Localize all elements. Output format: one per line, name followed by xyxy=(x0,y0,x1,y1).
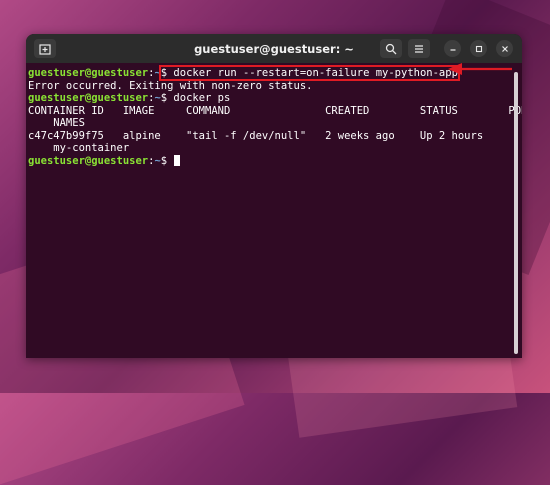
terminal-window[interactable]: guestuser@guestuser: ~ guestuser@guestus… xyxy=(26,34,522,358)
minimize-button[interactable] xyxy=(444,40,461,57)
table-row-wrap: my-container xyxy=(28,142,130,154)
new-tab-icon xyxy=(39,43,51,55)
search-icon xyxy=(385,43,397,54)
menu-button[interactable] xyxy=(408,39,430,58)
prompt-user: guestuser@guestuser xyxy=(28,92,149,104)
command-text: docker ps xyxy=(173,92,231,104)
hamburger-menu-icon xyxy=(415,44,423,53)
prompt-symbol: $ xyxy=(160,92,174,104)
table-header: CONTAINER ID IMAGE COMMAND CREATED STATU… xyxy=(28,104,522,117)
command-line[interactable]: guestuser@guestuser:~$ xyxy=(28,154,520,168)
prompt-user: guestuser@guestuser xyxy=(28,154,149,167)
minimize-icon xyxy=(450,48,455,51)
command-line: guestuser@guestuser:~$ docker ps xyxy=(28,92,520,105)
maximize-button[interactable] xyxy=(470,40,487,57)
prompt-symbol: $ xyxy=(160,67,174,79)
command-line: guestuser@guestuser:~$ docker run --rest… xyxy=(28,65,520,81)
prompt-symbol: $ xyxy=(160,154,174,167)
close-icon xyxy=(501,45,508,52)
arrow-left-icon xyxy=(448,63,512,75)
error-output: Error occurred. Exiting with non-zero st… xyxy=(28,79,313,92)
maximize-icon xyxy=(475,45,482,52)
prompt-user: guestuser@guestuser xyxy=(28,67,149,79)
text-cursor xyxy=(174,154,181,166)
scrollbar[interactable] xyxy=(514,72,518,354)
highlighted-command: docker run --restart=on-failure my-pytho… xyxy=(173,67,458,79)
new-tab-button[interactable] xyxy=(34,39,56,58)
terminal-output[interactable]: guestuser@guestuser:~$ docker run --rest… xyxy=(26,63,522,358)
close-button[interactable] xyxy=(496,40,513,57)
title-bar[interactable]: guestuser@guestuser: ~ xyxy=(26,34,522,63)
search-button[interactable] xyxy=(380,39,402,58)
table-row: c47c47b99f75 alpine "tail -f /dev/null" … xyxy=(28,129,484,142)
table-header-wrap: NAMES xyxy=(28,117,85,129)
